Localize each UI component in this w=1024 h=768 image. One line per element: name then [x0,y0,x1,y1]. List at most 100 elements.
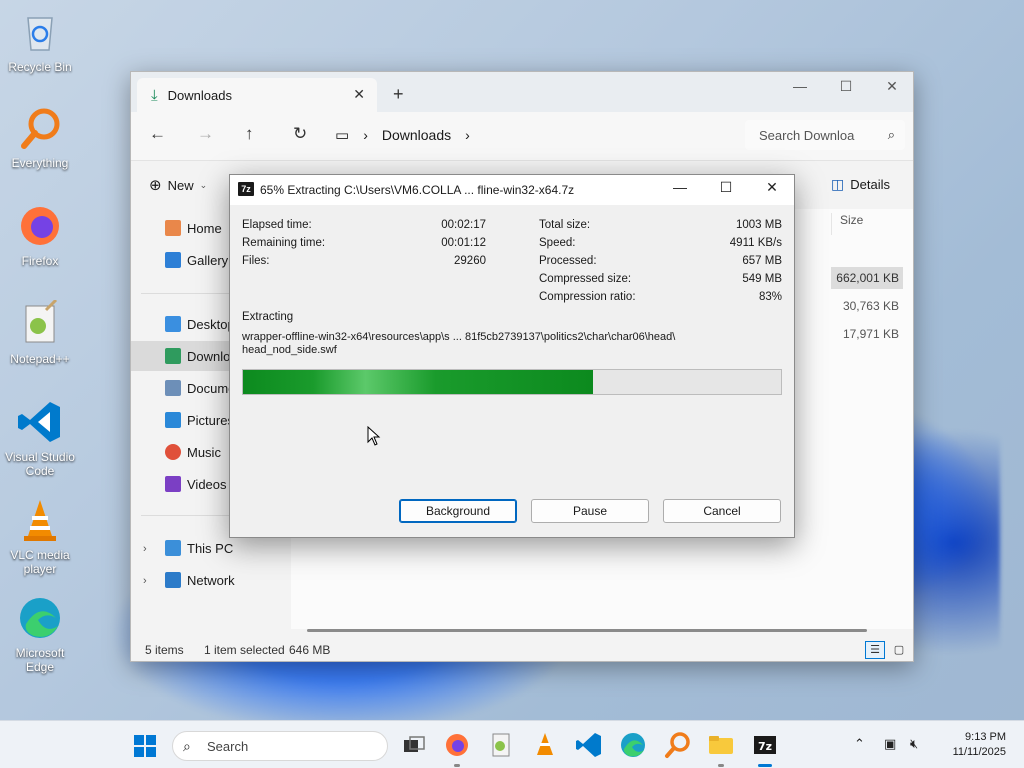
taskbar-vscode-icon[interactable] [574,730,604,760]
desktop-icon-notepadpp[interactable]: Notepad++ [4,298,76,366]
horizontal-scrollbar[interactable] [307,629,867,632]
recycle-bin-icon [16,8,64,56]
taskbar-notepadpp-icon[interactable] [486,730,516,760]
svg-text:7z: 7z [758,740,772,753]
edge-icon [16,594,64,642]
path-line: wrapper-offline-win32-x64\resources\app\… [242,331,676,343]
taskbar: ⌕ Search 7z ⌃ ▣ 🔇︎ 9:13 PM 11/11/2025 [0,720,1024,768]
new-label: New [167,177,194,193]
close-dialog-icon[interactable]: ✕ [750,179,794,201]
search-placeholder: Search Downloa [759,127,855,143]
remaining-time-value: 00:01:12 [441,237,486,249]
file-size-cell[interactable]: 17,971 KB [831,323,903,345]
progress-fill [243,370,593,394]
processed-value: 657 MB [742,255,782,267]
sidebar-item-label: Videos [187,476,227,492]
address-bar: ← → ↑ ↻ ▭ › Downloads › Search Downloa ⌕ [131,112,913,160]
desktop-icon-label: VLC media player [10,548,70,576]
compressed-size-value: 549 MB [742,273,782,285]
close-window-icon[interactable]: ✕ [869,78,915,104]
music-icon [165,444,181,460]
dialog-title: 65% Extracting C:\Users\VM6.COLLA ... fl… [260,183,575,197]
total-size-label: Total size: [539,219,591,231]
desktop-icon-label: Notepad++ [10,352,70,366]
desktop-icon-label: Recycle Bin [8,60,72,74]
breadcrumb-downloads[interactable]: Downloads [382,127,451,143]
up-arrow-icon[interactable]: ↑ [245,124,254,144]
desktop-icon-label: Firefox [21,254,59,268]
volume-muted-icon[interactable]: 🔇︎ [910,736,918,752]
refresh-icon[interactable]: ↻ [293,124,307,144]
sidebar-item-label: Home [187,220,222,236]
status-bar: 5 items 1 item selected 646 MB ☰ ▢ [131,639,913,661]
maximize-icon[interactable]: ☐ [823,78,869,104]
task-view-icon[interactable] [398,730,428,760]
pause-button[interactable]: Pause [531,499,649,523]
notepadpp-icon [16,298,64,348]
taskbar-firefox-icon[interactable] [442,730,472,767]
files-label: Files: [242,255,270,267]
start-windows-icon[interactable] [134,735,156,757]
cancel-button[interactable]: Cancel [663,499,781,523]
pictures-icon [165,412,181,428]
status-selected-size: 646 MB [289,643,331,657]
minimize-icon[interactable]: — [658,179,702,201]
dialog-title-bar[interactable]: 7z 65% Extracting C:\Users\VM6.COLLA ...… [230,175,794,205]
search-icon: ⌕ [183,738,191,754]
extracting-label: Extracting [242,311,294,323]
total-size-value: 1003 MB [735,219,782,231]
maximize-icon[interactable]: ☐ [704,179,748,201]
desktop-icon-vscode[interactable]: Visual Studio Code [4,398,76,478]
details-pane-button[interactable]: ◫ Details [831,176,890,193]
file-size-cell[interactable]: 662,001 KB [831,267,903,289]
desktop-icon-everything[interactable]: Everything [4,104,76,170]
minimize-icon[interactable]: — [777,78,823,104]
taskbar-7zip-icon[interactable]: 7z [750,730,780,767]
gallery-icon [165,252,181,268]
current-file-path: wrapper-offline-win32-x64\resources\app\… [242,331,742,357]
chevron-down-icon: ⌄ [199,179,208,190]
desktop-icon-vlc[interactable]: VLC media player [4,496,76,576]
taskbar-file-explorer-icon[interactable] [706,730,736,767]
desktop-icon-label: Visual Studio Code [5,450,75,478]
chevron-right-icon: › [363,127,368,143]
status-item-count: 5 items [145,643,184,657]
desktop-icon-recycle-bin[interactable]: Recycle Bin [4,8,76,74]
vlc-cone-icon [16,496,64,544]
taskbar-edge-icon[interactable] [618,730,648,760]
dialog-body: Elapsed time: 00:02:17 Remaining time: 0… [230,205,794,539]
search-input[interactable]: Search Downloa ⌕ [745,120,905,150]
column-header-size[interactable]: Size [831,213,907,235]
taskbar-search-box[interactable]: ⌕ Search [172,731,388,761]
clock-date: 11/11/2025 [952,746,1006,758]
remaining-time-label: Remaining time: [242,237,326,249]
taskbar-everything-icon[interactable] [662,730,692,760]
details-view-icon[interactable]: ☰ [865,641,885,659]
speed-value: 4911 KB/s [729,237,782,249]
compression-ratio-label: Compression ratio: [539,291,636,303]
vscode-icon [16,398,64,446]
desktop-icon-firefox[interactable]: Firefox [4,202,76,268]
new-button[interactable]: ⊕ New ⌄ [149,176,207,194]
forward-arrow-icon[interactable]: → [197,124,214,144]
network-status-icon[interactable]: ▣ [884,736,896,752]
tab-downloads[interactable]: ⤓ Downloads ✕ [137,78,377,112]
sidebar-item-label: Network [187,572,235,588]
sevenzip-icon: 7z [238,182,254,196]
large-icons-view-icon[interactable]: ▢ [889,641,909,659]
chevron-up-icon[interactable]: ⌃ [854,736,865,752]
plus-circle-icon: ⊕ [149,177,162,194]
tab-title: Downloads [167,87,232,103]
running-indicator [454,764,460,767]
back-arrow-icon[interactable]: ← [149,124,166,144]
compressed-size-label: Compressed size: [539,273,632,285]
background-button[interactable]: Background [399,499,517,523]
file-size-cell[interactable]: 30,763 KB [831,295,903,317]
sidebar-item-network[interactable]: Network [131,565,291,595]
new-tab-icon[interactable]: + [393,84,404,105]
clock[interactable]: 9:13 PM 11/11/2025 [953,730,1006,760]
desktop-icon-edge[interactable]: Microsoft Edge [4,594,76,674]
taskbar-vlc-icon[interactable] [530,730,560,760]
breadcrumb[interactable]: ▭ › Downloads › [335,120,735,150]
close-tab-icon[interactable]: ✕ [353,86,365,103]
